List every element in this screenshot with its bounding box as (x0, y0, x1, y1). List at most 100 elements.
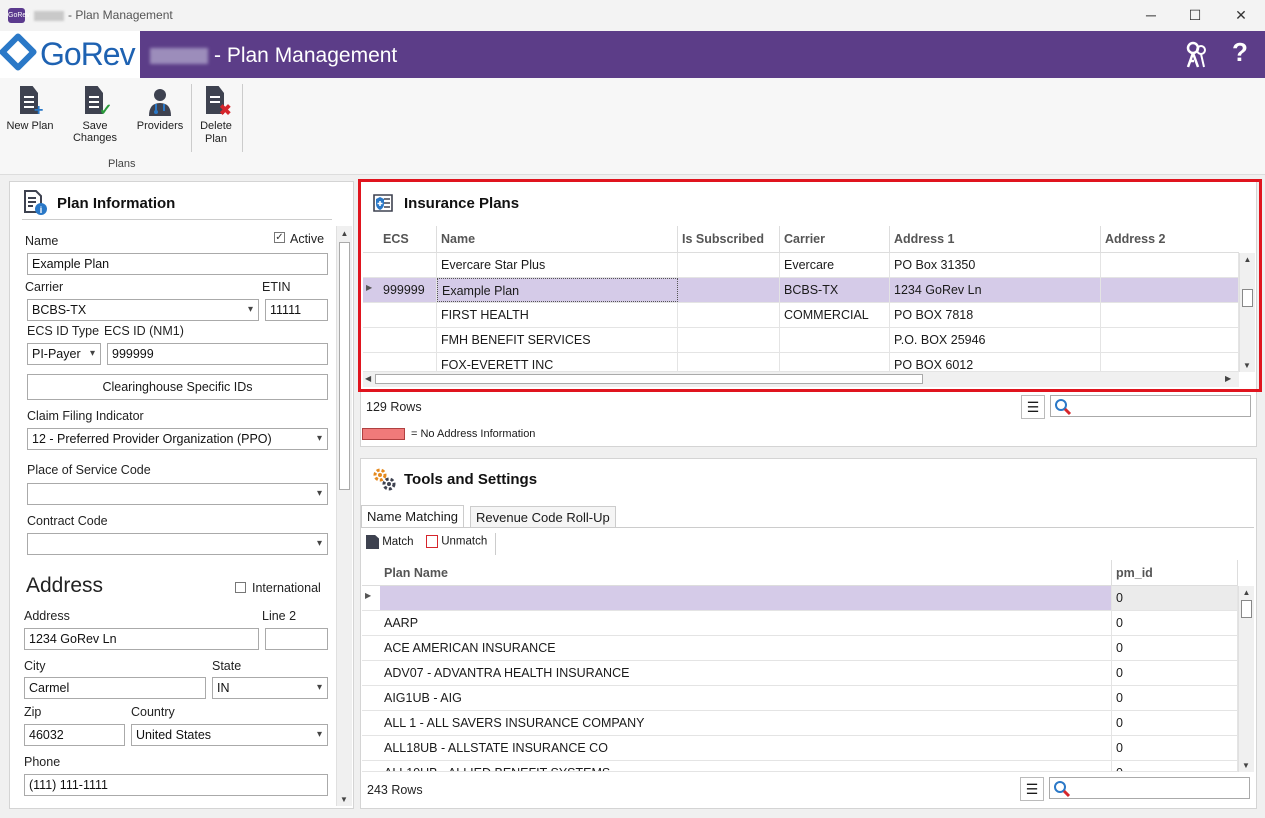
claim-filing-label: Claim Filing Indicator (27, 409, 144, 423)
insurance-row-count: 129 Rows (366, 400, 422, 414)
insurance-search-input[interactable] (1050, 395, 1251, 417)
international-label: International (252, 581, 321, 595)
grid-header: Plan Name pm_id (362, 560, 1238, 586)
plan-info-icon: i (24, 190, 48, 216)
tab-name-matching[interactable]: Name Matching (361, 505, 465, 527)
row-indicator-icon: ▶ (365, 591, 372, 600)
name-matching-grid: Plan Name pm_id ▶ 0 AARP 0 ACE AMERICAN … (362, 560, 1254, 772)
no-address-legend-swatch (362, 428, 405, 440)
panel-divider (22, 219, 332, 220)
tools-settings-title: Tools and Settings (404, 471, 538, 488)
page-title: - Plan Management (150, 44, 397, 68)
place-of-service-select[interactable] (27, 483, 328, 505)
name-grid-menu-icon[interactable]: ☰ (1020, 777, 1044, 801)
table-row[interactable]: ALL 1 - ALL SAVERS INSURANCE COMPANY 0 (362, 711, 1238, 736)
table-row[interactable]: AIG1UB - AIG 0 (362, 686, 1238, 711)
ribbon (0, 78, 1265, 175)
ecs-id-type-label: ECS ID Type (27, 324, 100, 338)
city-label: City (24, 659, 46, 673)
match-button[interactable]: Match (366, 535, 414, 549)
plan-info-scroll-thumb[interactable] (339, 242, 350, 490)
delete-plan-button[interactable]: ✖ Delete Plan (194, 82, 238, 145)
ecs-id-type-select[interactable]: PI-Payer (27, 343, 101, 365)
ecs-id-label: ECS ID (NM1) (104, 324, 184, 338)
ribbon-separator (191, 84, 192, 152)
app-icon: GoRev (8, 8, 30, 23)
contract-code-label: Contract Code (27, 514, 108, 528)
city-field[interactable]: Carmel (24, 677, 206, 699)
name-grid-vscrollbar[interactable]: ▲ ▼ (1238, 586, 1254, 772)
provider-icon (146, 86, 174, 118)
column-header-pm-id[interactable]: pm_id (1112, 560, 1238, 586)
ribbon-group-label: Plans (108, 158, 136, 170)
claim-filing-select[interactable]: 12 - Preferred Provider Organization (PP… (27, 428, 328, 450)
tab-revenue-code-roll-up[interactable]: Revenue Code Roll-Up (470, 506, 616, 528)
line2-label: Line 2 (262, 609, 297, 623)
country-select[interactable]: United States (131, 724, 328, 746)
address-label: Address (24, 609, 70, 623)
name-matching-row-count: 243 Rows (367, 783, 423, 797)
zip-label: Zip (24, 705, 42, 719)
etin-field[interactable]: 11111 (265, 299, 328, 321)
unmatch-button[interactable]: Unmatch (426, 535, 487, 548)
line2-field[interactable] (265, 628, 328, 650)
help-icon[interactable]: ? (1232, 37, 1248, 68)
name-label: Name (25, 234, 59, 248)
column-header-plan-name[interactable]: Plan Name (380, 560, 1112, 586)
zip-field[interactable]: 46032 (24, 724, 125, 746)
active-checkbox[interactable]: ✓ (274, 232, 285, 243)
phone-field[interactable]: (111) 111-1111 (24, 774, 328, 796)
minimize-button[interactable]: ─ (1128, 0, 1174, 31)
providers-button[interactable]: Providers (134, 82, 186, 144)
window-title: - Plan Management (34, 8, 173, 22)
ecs-id-field[interactable]: 999999 (107, 343, 328, 365)
tab-divider (361, 527, 1254, 528)
country-label: Country (131, 705, 175, 719)
state-select[interactable]: IN (212, 677, 328, 699)
match-icon (366, 535, 379, 549)
table-row[interactable]: ADV07 - ADVANTRA HEALTH INSURANCE 0 (362, 661, 1238, 686)
grid-menu-icon[interactable]: ☰ (1021, 395, 1045, 419)
gears-icon (371, 466, 397, 492)
app-header: - Plan Management ? (0, 31, 1265, 78)
place-of-service-label: Place of Service Code (27, 463, 151, 477)
plan-info-scrollbar[interactable]: ▲ ▼ (336, 226, 352, 806)
contract-code-select[interactable] (27, 533, 328, 555)
name-field[interactable]: Example Plan (27, 253, 328, 275)
close-button[interactable]: ✕ (1218, 0, 1264, 31)
keys-icon[interactable] (1184, 41, 1210, 69)
toolbar-separator (495, 533, 496, 555)
search-icon (1054, 781, 1071, 798)
save-document-icon: ✓ (81, 86, 112, 119)
name-grid-vscroll-thumb[interactable] (1241, 600, 1252, 618)
window-titlebar: GoRev - Plan Management ─ ☐ ✕ (0, 0, 1265, 31)
table-row[interactable]: ACE AMERICAN INSURANCE 0 (362, 636, 1238, 661)
address-field[interactable]: 1234 GoRev Ln (24, 628, 259, 650)
plan-information-title: Plan Information (57, 195, 176, 212)
unmatch-icon (426, 535, 438, 548)
clearinghouse-ids-button[interactable]: Clearinghouse Specific IDs (27, 374, 328, 400)
state-label: State (212, 659, 242, 673)
table-row[interactable]: AARP 0 (362, 611, 1238, 636)
maximize-button[interactable]: ☐ (1172, 0, 1218, 31)
ribbon-separator (242, 84, 243, 152)
svg-text:i: i (40, 205, 43, 215)
active-label: Active (290, 232, 325, 246)
search-icon (1055, 399, 1072, 416)
table-row[interactable]: ALL18UB - ALLSTATE INSURANCE CO 0 (362, 736, 1238, 761)
logo-text: GoRev (40, 36, 136, 72)
phone-label: Phone (24, 755, 61, 769)
carrier-select[interactable]: BCBS-TX (27, 299, 259, 321)
no-address-legend-text: = No Address Information (411, 428, 536, 440)
new-document-icon: + (16, 86, 44, 119)
save-changes-button[interactable]: ✓ Save Changes (59, 82, 131, 144)
address-heading: Address (26, 574, 104, 597)
name-matching-search-input[interactable] (1049, 777, 1250, 799)
new-plan-button[interactable]: + New Plan (6, 82, 54, 144)
delete-document-icon: ✖ (202, 86, 232, 119)
table-row-selected[interactable]: ▶ 0 (362, 586, 1238, 611)
carrier-label: Carrier (25, 280, 64, 294)
table-row[interactable]: ALL19UB - ALLIED BENEFIT SYSTEMS 0 (362, 761, 1238, 772)
etin-label: ETIN (262, 280, 291, 294)
international-checkbox[interactable] (235, 582, 246, 593)
